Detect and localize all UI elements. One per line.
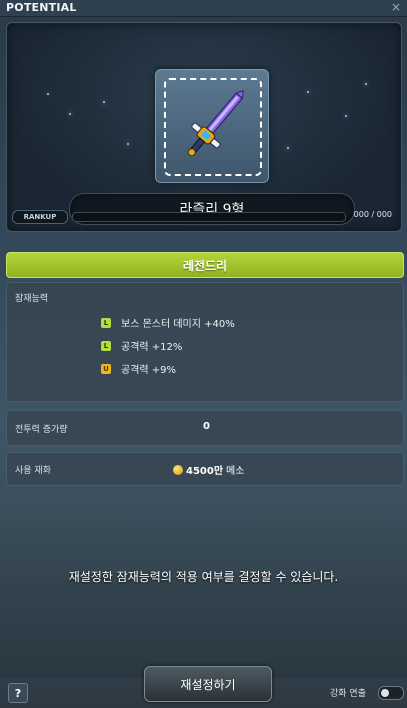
potential-section: 잠재능력 L 보스 몬스터 데미지 +40% L 공격력 +12% U 공격력 … [6,282,404,402]
potential-label: 잠재능력 [15,294,49,304]
rankup-badge: RANKUP [12,210,68,224]
item-slot-border [164,78,262,176]
potential-line-text: 공격력 +9% [121,365,177,376]
potential-line-text: 보스 몬스터 데미지 +40% [121,319,235,330]
combat-power-value: 0 [203,421,210,432]
sparkle-decoration [47,93,49,95]
help-button[interactable]: ? [8,683,28,703]
title-bar: POTENTIAL × [0,0,407,17]
sparkle-decoration [287,147,289,149]
potential-line: L 공격력 +12% [101,338,182,353]
sparkle-decoration [345,115,347,117]
item-display-panel: 라즐리 9형 [6,22,402,232]
unique-grade-icon: U [101,363,111,374]
legendary-grade-icon: L [101,317,111,328]
sparkle-decoration [307,91,309,93]
reset-button[interactable]: 재설정하기 [144,666,272,702]
info-message: 재설정한 잠재능력의 적용 여부를 결정할 수 있습니다. [68,570,339,584]
toggle-knob [381,689,389,697]
effect-toggle[interactable] [378,686,404,700]
close-icon[interactable]: × [391,0,401,14]
window-title: POTENTIAL [6,1,77,14]
cost-section: 사용 재화 4500만 메소 [6,452,404,486]
potential-line-text: 공격력 +12% [121,342,183,353]
potential-line: U 공격력 +9% [101,361,176,376]
sparkle-decoration [103,101,105,103]
rankup-count: 000 / 000 [353,210,392,219]
sparkle-decoration [365,83,367,85]
item-slot[interactable] [155,69,269,183]
rankup-row: RANKUP 000 / 000 [12,210,396,224]
cost-unit: 메소 [226,466,245,477]
potential-line: L 보스 몬스터 데미지 +40% [101,315,235,330]
combat-power-label: 전투력 증가량 [15,425,68,435]
potential-grade-bar: 레전드리 [6,252,404,278]
rankup-progress-bar [72,212,346,222]
sparkle-decoration [127,143,129,145]
combat-power-section: 전투력 증가량 0 [6,410,404,446]
cost-label: 사용 재화 [15,466,51,476]
sword-icon [187,90,244,157]
meso-icon [173,464,183,475]
legendary-grade-icon: L [101,340,111,351]
cost-value: 4500만 메소 [173,462,244,477]
effect-toggle-label: 강화 연출 [330,689,366,699]
sparkle-decoration [69,113,71,115]
cost-amount: 4500만 [186,466,224,477]
